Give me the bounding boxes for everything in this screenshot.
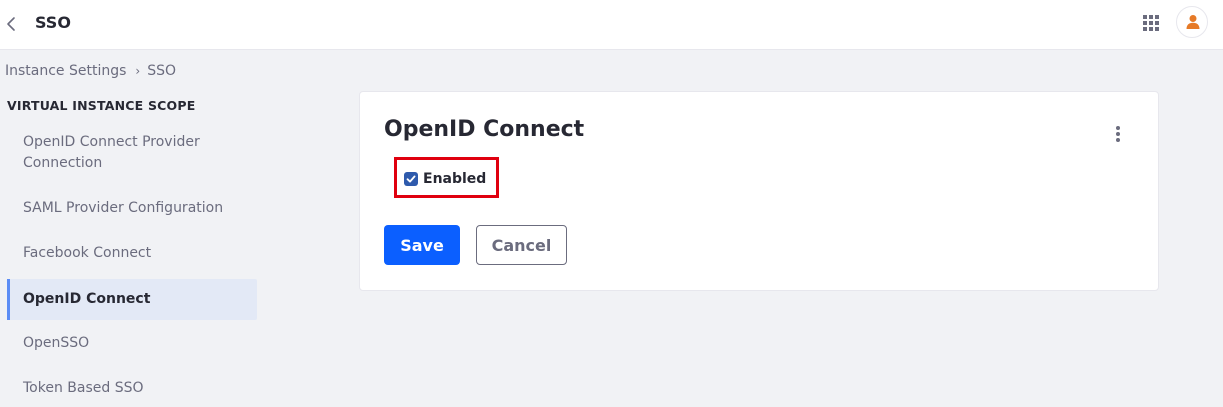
- breadcrumb-separator-icon: ›: [135, 64, 141, 78]
- sidebar-item-openid-connect[interactable]: OpenID Connect: [7, 279, 257, 320]
- enabled-checkbox[interactable]: [404, 172, 418, 186]
- settings-card: OpenID Connect Enabled Save Cancel: [359, 91, 1159, 291]
- breadcrumb: Instance Settings › SSO: [5, 61, 176, 81]
- grid-icon: [1141, 15, 1161, 37]
- enabled-label[interactable]: Enabled: [423, 169, 486, 189]
- sidebar-item-opensso[interactable]: OpenSSO: [7, 333, 257, 354]
- user-avatar[interactable]: [1176, 6, 1208, 38]
- sidebar-item-openid-connect-provider-connection[interactable]: OpenID Connect Provider Connection: [7, 132, 237, 174]
- sidebar-heading: VIRTUAL INSTANCE SCOPE: [7, 98, 196, 113]
- sidebar-item-saml-provider-configuration[interactable]: SAML Provider Configuration: [7, 198, 257, 219]
- kebab-menu-icon: [1108, 126, 1128, 150]
- applications-menu-button[interactable]: [1141, 13, 1161, 33]
- cancel-button[interactable]: Cancel: [476, 225, 567, 265]
- sidebar-item-facebook-connect[interactable]: Facebook Connect: [7, 243, 257, 264]
- back-button[interactable]: [4, 12, 20, 36]
- card-title: OpenID Connect: [384, 117, 585, 142]
- chevron-left-icon: [4, 12, 20, 36]
- save-button[interactable]: Save: [384, 225, 460, 265]
- breadcrumb-item-current: SSO: [147, 63, 177, 79]
- page-title: SSO: [35, 13, 71, 32]
- top-bar: SSO: [0, 0, 1223, 50]
- breadcrumb-item-instance-settings[interactable]: Instance Settings: [5, 61, 126, 81]
- sidebar-item-token-based-sso[interactable]: Token Based SSO: [7, 378, 257, 399]
- options-button[interactable]: [1108, 122, 1128, 146]
